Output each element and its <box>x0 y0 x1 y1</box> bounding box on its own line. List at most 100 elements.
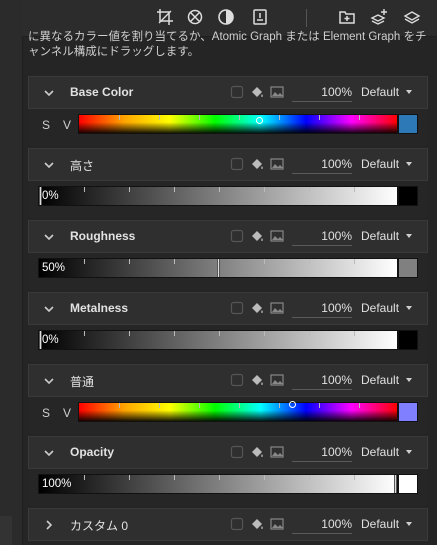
color-picker-handle[interactable] <box>256 117 263 124</box>
image-icon[interactable] <box>270 517 284 531</box>
dropdown-caret-icon[interactable] <box>406 306 412 310</box>
channel-header-opacity[interactable]: Opacity 100% Default <box>28 436 428 469</box>
value-slider[interactable]: 100% <box>38 474 398 494</box>
blend-mode-dropdown[interactable]: Default <box>361 515 399 533</box>
channel-opacity-percent[interactable]: 100% <box>292 299 352 318</box>
channel-header-height[interactable]: 高さ 100% Default <box>28 148 428 181</box>
chevron-down-icon[interactable] <box>43 303 55 315</box>
image-icon[interactable] <box>270 445 284 459</box>
channel-name: Base Color <box>70 85 134 99</box>
color-swatch[interactable] <box>398 402 418 422</box>
channel-map-icon[interactable] <box>230 517 244 531</box>
value-slider[interactable]: 0% <box>38 330 398 350</box>
symmetry-icon[interactable] <box>186 8 204 26</box>
channel-map-icon[interactable] <box>230 229 244 243</box>
add-fill-layer-icon[interactable] <box>370 8 388 26</box>
blend-mode-dropdown[interactable]: Default <box>361 83 399 101</box>
channel-opacity-percent[interactable]: 100% <box>292 83 352 102</box>
channel-map-icon[interactable] <box>230 85 244 99</box>
saturation-label: S <box>42 118 51 132</box>
value-slider[interactable]: 50% <box>38 258 398 278</box>
image-icon[interactable] <box>270 301 284 315</box>
channel-map-icon[interactable] <box>230 301 244 315</box>
blend-mode-dropdown[interactable]: Default <box>361 443 399 461</box>
channel-opacity-percent[interactable]: 100% <box>292 155 352 174</box>
channel-map-icon[interactable] <box>230 373 244 387</box>
value-label: V <box>63 406 72 420</box>
dropdown-caret-icon[interactable] <box>406 234 412 238</box>
channel-control-normal: S V <box>28 397 428 433</box>
value-label: V <box>63 118 72 132</box>
channel-header-roughness[interactable]: Roughness 100% Default <box>28 220 428 253</box>
crop-icon[interactable] <box>156 8 174 26</box>
channel-opacity-percent[interactable]: 100% <box>292 371 352 390</box>
channel-opacity-percent[interactable]: 100% <box>292 515 352 534</box>
dropdown-caret-icon[interactable] <box>406 450 412 454</box>
dropdown-caret-icon[interactable] <box>406 90 412 94</box>
paint-bucket-icon[interactable] <box>250 301 264 315</box>
channel-control-roughness: 50% <box>28 253 428 289</box>
layers-icon[interactable] <box>403 8 421 26</box>
chevron-down-icon[interactable] <box>43 231 55 243</box>
channel-opacity-percent[interactable]: 100% <box>292 443 352 462</box>
paint-bucket-icon[interactable] <box>250 517 264 531</box>
channel-control-metalness: 0% <box>28 325 428 361</box>
image-icon[interactable] <box>270 373 284 387</box>
channel-name: 高さ <box>70 159 95 173</box>
blend-mode-dropdown[interactable]: Default <box>361 155 399 173</box>
color-swatch[interactable] <box>398 474 418 494</box>
blend-mode-dropdown[interactable]: Default <box>361 227 399 245</box>
slider-handle[interactable] <box>217 259 220 277</box>
blend-mode-dropdown[interactable]: Default <box>361 371 399 389</box>
channel-header-normal[interactable]: 普通 100% Default <box>28 364 428 397</box>
channel-name: Roughness <box>70 229 136 243</box>
paint-bucket-icon[interactable] <box>250 445 264 459</box>
slider-value: 100% <box>42 478 72 490</box>
hue-slider[interactable] <box>78 114 398 134</box>
channel-map-icon[interactable] <box>230 445 244 459</box>
chevron-right-icon[interactable] <box>43 519 55 531</box>
value-slider[interactable]: 0% <box>38 186 398 206</box>
channel-description: に異なるカラー値を割り当てるか、Atomic Graph または Element… <box>28 31 427 58</box>
slider-value: 0% <box>42 334 59 346</box>
channel-map-icon[interactable] <box>230 157 244 171</box>
channel-control-opacity: 100% <box>28 469 428 505</box>
color-swatch[interactable] <box>398 186 418 206</box>
color-picker-handle[interactable] <box>289 401 296 408</box>
chevron-down-icon[interactable] <box>43 87 55 99</box>
dropdown-caret-icon[interactable] <box>406 522 412 526</box>
paint-bucket-icon[interactable] <box>250 229 264 243</box>
color-swatch[interactable] <box>398 258 418 278</box>
chevron-down-icon[interactable] <box>43 447 55 459</box>
dropdown-caret-icon[interactable] <box>406 378 412 382</box>
contrast-icon[interactable] <box>217 8 235 26</box>
add-layer-icon[interactable] <box>338 8 356 26</box>
paint-bucket-icon[interactable] <box>250 373 264 387</box>
export-icon[interactable] <box>251 8 269 26</box>
saturation-label: S <box>42 406 51 420</box>
channel-header-metalness[interactable]: Metalness 100% Default <box>28 292 428 325</box>
blend-mode-dropdown[interactable]: Default <box>361 299 399 317</box>
slider-value: 0% <box>42 190 59 202</box>
chevron-down-icon[interactable] <box>43 159 55 171</box>
channel-name: Opacity <box>70 445 115 459</box>
hue-slider[interactable] <box>78 401 398 422</box>
color-swatch[interactable] <box>398 114 418 134</box>
image-icon[interactable] <box>270 85 284 99</box>
toolbar-separator <box>306 9 307 27</box>
channel-control-height: 0% <box>28 181 428 217</box>
channel-opacity-percent[interactable]: 100% <box>292 227 352 246</box>
image-icon[interactable] <box>270 229 284 243</box>
color-swatch[interactable] <box>398 330 418 350</box>
channel-name: 普通 <box>70 375 95 389</box>
panel-grip[interactable] <box>0 516 12 545</box>
chevron-down-icon[interactable] <box>43 375 55 387</box>
paint-bucket-icon[interactable] <box>250 85 264 99</box>
slider-value: 50% <box>42 262 66 274</box>
image-icon[interactable] <box>270 157 284 171</box>
paint-bucket-icon[interactable] <box>250 157 264 171</box>
dropdown-caret-icon[interactable] <box>406 162 412 166</box>
channel-header-base-color[interactable]: Base Color 100% Default <box>28 76 428 109</box>
slider-handle[interactable] <box>394 475 397 493</box>
channel-header-custom-0[interactable]: カスタム 0 100% Default <box>28 508 428 541</box>
